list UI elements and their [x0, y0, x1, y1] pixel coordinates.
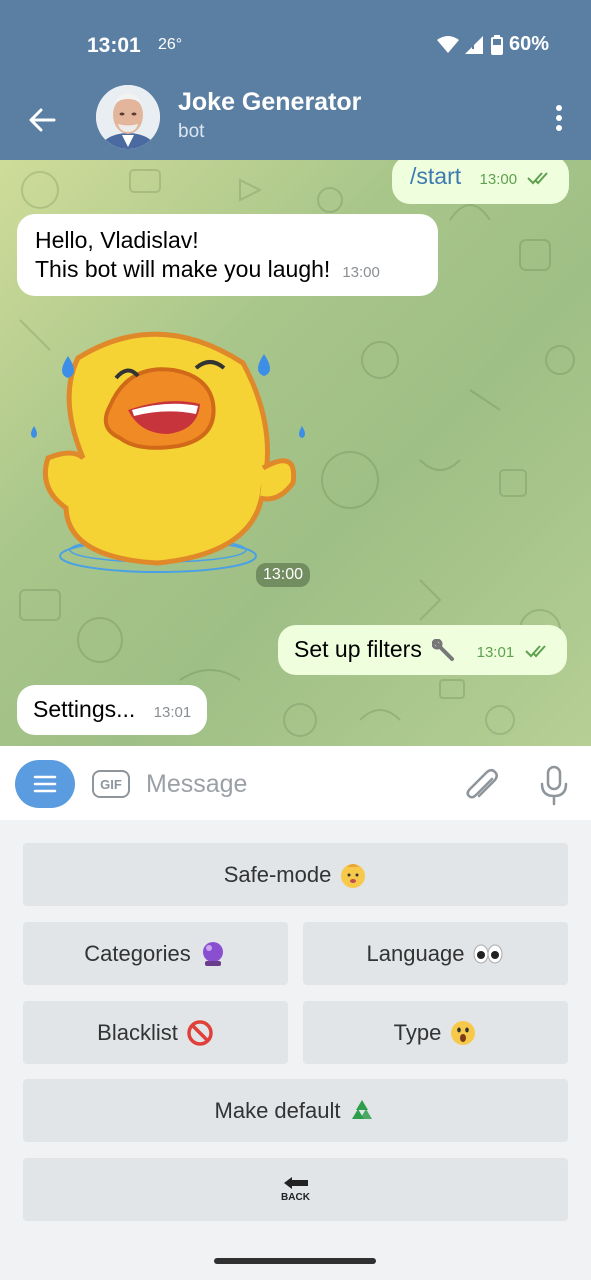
attach-button[interactable]: [464, 765, 500, 805]
status-indicators: 60%: [436, 33, 549, 56]
message-text: This bot will make you laugh!: [35, 256, 331, 282]
message-text: Settings...: [33, 696, 136, 722]
make-default-button[interactable]: Make default: [23, 1079, 568, 1142]
more-vert-icon: [556, 105, 562, 131]
command-link[interactable]: /start: [410, 163, 461, 189]
baby-emoji: [339, 861, 367, 889]
message-outgoing[interactable]: Set up filters 13:01: [278, 625, 567, 675]
bot-avatar[interactable]: [96, 85, 160, 149]
message-text-line: Hello, Vladislav!: [35, 227, 199, 253]
button-label: Categories: [84, 940, 191, 966]
message-input-bar: GIF: [0, 746, 591, 820]
sticker-time: 13:00: [256, 563, 311, 587]
battery-percent: 60%: [508, 33, 549, 55]
avatar-image: [96, 85, 160, 149]
more-options-button[interactable]: [551, 102, 567, 134]
message-text: Set up filters: [294, 636, 422, 662]
button-label: Type: [393, 1019, 442, 1045]
message-input[interactable]: [146, 766, 446, 802]
mic-icon: [540, 765, 568, 806]
gif-button[interactable]: GIF: [92, 770, 130, 798]
double-check-icon: [527, 172, 549, 185]
chat-area[interactable]: /start 13:00 Hello, Vladislav! This bot …: [0, 160, 591, 746]
voice-record-button[interactable]: [536, 764, 572, 806]
language-button[interactable]: Language: [303, 922, 568, 985]
home-indicator[interactable]: [214, 1258, 376, 1264]
back-button[interactable]: [22, 100, 62, 140]
button-label: Make default: [214, 1097, 341, 1123]
back-keyboard-button[interactable]: BACK: [23, 1158, 568, 1221]
categories-button[interactable]: Categories: [23, 922, 288, 985]
crystal-ball-emoji: [199, 940, 227, 968]
message-incoming[interactable]: Hello, Vladislav! This bot will make you…: [17, 214, 438, 296]
button-label: Blacklist: [97, 1019, 178, 1045]
status-bar: 13:01 26° 60%: [0, 0, 591, 88]
message-time: 13:00: [479, 171, 518, 188]
message-incoming[interactable]: Settings... 13:01: [17, 685, 208, 735]
message-time: 13:01: [153, 704, 192, 721]
back-arrow-icon: [29, 108, 56, 132]
menu-icon: [33, 775, 57, 793]
wifi-icon: [436, 35, 459, 53]
battery-icon: [490, 34, 503, 55]
bot-menu-button[interactable]: [15, 760, 75, 808]
wrench-icon: [431, 638, 455, 661]
back-arrow-emoji: [283, 1177, 308, 1189]
gif-icon: GIF: [100, 776, 122, 792]
message-outgoing[interactable]: /start 13:00: [392, 160, 570, 204]
status-temperature: 26°: [158, 36, 183, 53]
double-check-icon: [524, 645, 546, 658]
status-time: 13:01: [87, 34, 141, 57]
message-time: 13:01: [476, 644, 515, 661]
message-time: 13:00: [342, 264, 380, 281]
button-label: Safe-mode: [223, 861, 332, 887]
paperclip-icon: [466, 769, 498, 799]
button-label: Language: [366, 940, 465, 966]
signal-icon: [464, 35, 483, 54]
eyes-emoji: [472, 942, 504, 966]
type-button[interactable]: Type: [303, 1001, 568, 1064]
message-text-line: This bot will make you laugh! 13:00: [35, 255, 420, 287]
bot-keyboard: Safe-mode Categories Language Blacklist …: [0, 820, 591, 1280]
safe-mode-button[interactable]: Safe-mode: [23, 843, 568, 906]
chat-subtitle: bot: [178, 121, 205, 142]
prohibited-emoji: [186, 1019, 214, 1047]
recycle-emoji: [348, 1097, 376, 1125]
duck-sticker[interactable]: [28, 318, 318, 588]
blacklist-button[interactable]: Blacklist: [23, 1001, 288, 1064]
hushed-face-emoji: [449, 1019, 477, 1047]
button-label: BACK: [281, 1192, 310, 1203]
chat-title[interactable]: Joke Generator: [178, 88, 361, 117]
chat-header: Joke Generator bot: [0, 85, 591, 160]
